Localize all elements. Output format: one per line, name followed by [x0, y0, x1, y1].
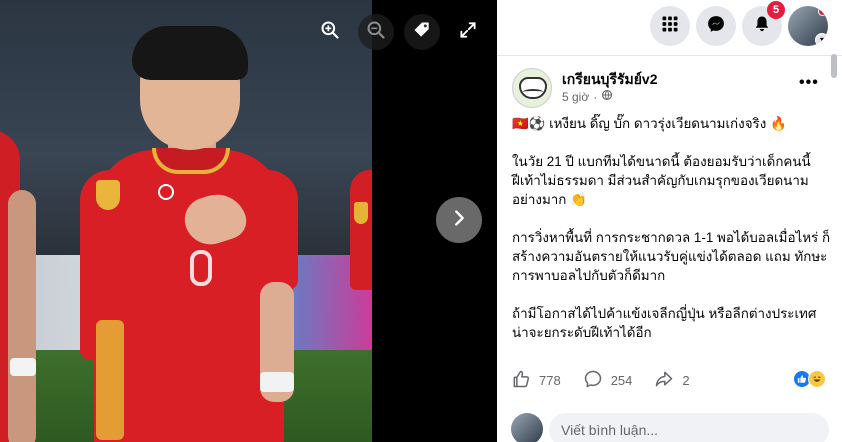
- post-paragraph: 🇻🇳⚽️ เหงียน ดิ๊ญ บั๊ก ดาวรุ่งเวียดนามเก่…: [512, 116, 787, 131]
- post: เกรียนบุรีรัมย์v2 5 giờ · ••• 🇻🇳⚽️ เหงีย…: [497, 56, 842, 442]
- left-player: [0, 130, 50, 442]
- post-author[interactable]: เกรียนบุรีรัมย์v2: [562, 69, 657, 91]
- zoom-in-button[interactable]: [312, 14, 348, 50]
- post-meta: 5 giờ ·: [562, 89, 613, 104]
- page-avatar[interactable]: [512, 68, 552, 108]
- notification-count-badge: 5: [767, 1, 785, 19]
- haha-reaction-icon: [808, 370, 826, 388]
- post-paragraph: การวิ่งหาพื้นที่ การกระชากดวล 1-1 พอได้บ…: [512, 230, 831, 283]
- expand-icon: [458, 20, 478, 45]
- post-time[interactable]: 5 giờ: [562, 90, 589, 104]
- zoom-out-icon: [366, 20, 386, 45]
- scrollbar-thumb[interactable]: [831, 54, 837, 78]
- top-bar: ▾: [497, 0, 842, 56]
- comment-input[interactable]: Viết bình luận...: [549, 413, 829, 442]
- bell-icon: [752, 14, 772, 39]
- globe-icon: [601, 89, 613, 104]
- next-photo-button[interactable]: [436, 197, 482, 243]
- post-paragraph: ถ้ามีโอกาสได้ไปค้าแข้งเจลีกญี่ปุ่น หรือล…: [512, 306, 817, 340]
- grid-menu-icon: [660, 14, 680, 39]
- main-player: [80, 20, 310, 442]
- more-options-button[interactable]: •••: [799, 74, 819, 92]
- comment-button[interactable]: 254: [583, 369, 633, 392]
- kit-logo: [158, 184, 174, 200]
- comment-composer: Viết bình luận...: [511, 413, 831, 442]
- post-text: 🇻🇳⚽️ เหงียน ดิ๊ญ บั๊ก ดาวรุ่งเวียดนามเก่…: [512, 114, 832, 361]
- messenger-button[interactable]: [696, 6, 736, 46]
- post-photo[interactable]: [0, 0, 372, 442]
- comment-icon: [583, 369, 603, 392]
- reaction-summary[interactable]: [793, 370, 826, 388]
- share-icon: [654, 369, 674, 392]
- team-crest: [96, 180, 120, 210]
- chevron-right-icon: [448, 207, 470, 234]
- avatar: [511, 413, 543, 442]
- photo-viewer: [0, 0, 497, 442]
- like-count: 778: [539, 372, 561, 388]
- engagement-bar: 778 254 2: [511, 369, 712, 391]
- share-button[interactable]: 2: [654, 369, 690, 392]
- zoom-in-icon: [320, 20, 340, 45]
- like-button[interactable]: 778: [511, 369, 561, 392]
- fullscreen-button[interactable]: [450, 14, 486, 50]
- chevron-down-icon: ▾: [815, 33, 828, 46]
- messenger-icon: [706, 14, 726, 39]
- share-count: 2: [682, 372, 690, 388]
- right-player: [350, 170, 372, 290]
- tag-icon: [412, 20, 432, 45]
- thumbs-up-icon: [511, 369, 531, 392]
- menu-button[interactable]: [650, 6, 690, 46]
- post-panel: ▾ เกรียนบุรีรัมย์v2 5 giờ · ••• 🇻🇳⚽️ เหง…: [497, 0, 842, 442]
- tag-button[interactable]: [404, 14, 440, 50]
- comment-count: 254: [610, 372, 633, 388]
- post-paragraph: ในวัย 21 ปี แบกทีมได้ขนาดนี้ ต้องยอมรับว…: [512, 154, 811, 207]
- profile-avatar-button[interactable]: ▾: [788, 6, 828, 46]
- zoom-out-button[interactable]: [358, 14, 394, 50]
- status-dot: [818, 7, 827, 16]
